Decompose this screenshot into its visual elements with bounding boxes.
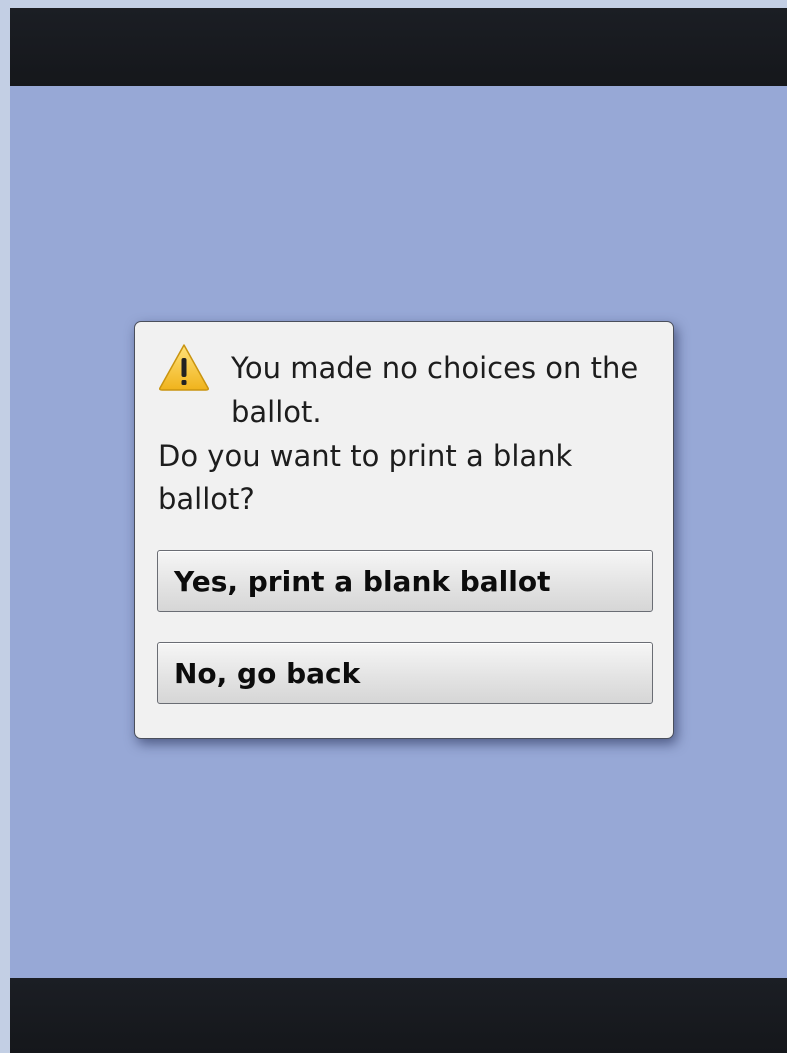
blank-ballot-dialog: You made no choices on the ballot. Do yo… — [134, 321, 674, 739]
question-line-1: Do you want to print a blank — [158, 439, 573, 473]
bottom-bar — [10, 978, 787, 1053]
warning-icon — [159, 344, 209, 391]
go-back-button[interactable]: No, go back — [157, 642, 653, 704]
message-line-1: You made no choices on the — [231, 351, 639, 385]
question-line-2: ballot? — [158, 482, 255, 516]
ballot-screen: You made no choices on the ballot. Do yo… — [10, 8, 787, 1053]
print-blank-ballot-button[interactable]: Yes, print a blank ballot — [157, 550, 653, 612]
message-line-2: ballot. — [231, 395, 322, 429]
top-bar — [10, 8, 787, 86]
